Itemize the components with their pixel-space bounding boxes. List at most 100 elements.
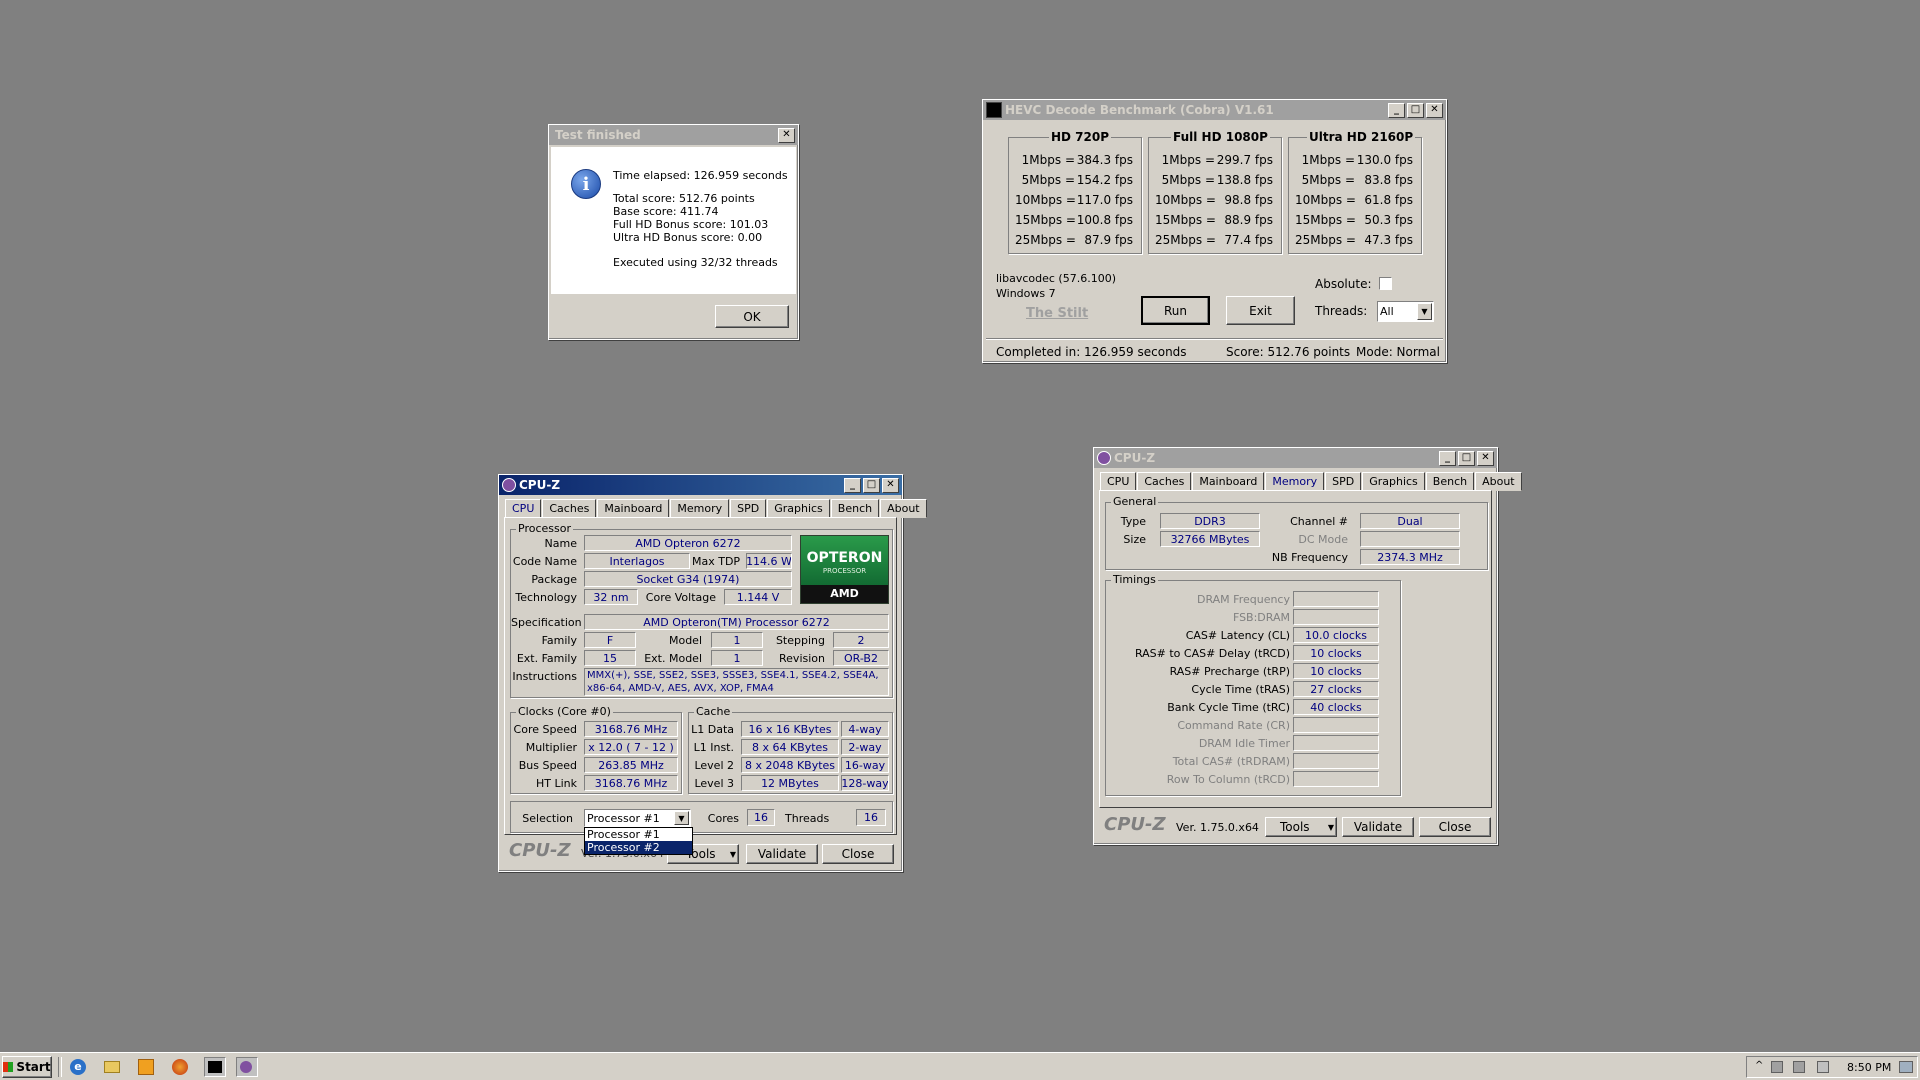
multiplier-value: x 12.0 ( 7 - 12 ) [584,739,678,755]
threads-select[interactable]: All ▼ [1377,301,1434,322]
validate-button[interactable]: Validate [1342,817,1414,837]
status-score: Score: 512.76 points [1226,345,1351,359]
tab-spd[interactable]: SPD [730,499,767,518]
internet-explorer-icon[interactable]: e [70,1059,86,1075]
nb-frequency-value: 2374.3 MHz [1360,549,1460,565]
firefox-icon[interactable] [172,1059,188,1075]
tab-about[interactable]: About [880,499,927,518]
name-value: AMD Opteron 6272 [584,535,792,551]
ok-button[interactable]: OK [715,305,789,328]
minimize-icon[interactable]: _ [1388,102,1405,118]
tools-button[interactable]: Tools ▼ [1265,817,1337,837]
fps-row: 10Mbps =117.0 fps [1015,193,1135,207]
cpuz-version: Ver. 1.75.0.x64 [1176,821,1259,834]
threads-value: 16 [856,809,886,826]
system-tray: ^ 8:50 PM [1746,1056,1918,1078]
hevc-titlebar[interactable]: HEVC Decode Benchmark (Cobra) V1.61 _ □ … [983,100,1446,120]
tab-caches[interactable]: Caches [542,499,597,518]
tab-memory[interactable]: Memory [1265,472,1325,491]
timing-label: Command Rate (CR) [1177,719,1290,732]
close-icon[interactable]: ✕ [1426,102,1443,118]
chevron-down-icon[interactable]: ▼ [1417,303,1432,320]
status-completed: Completed in: 126.959 seconds [996,345,1187,359]
close-button[interactable]: Close [822,844,894,864]
close-icon[interactable]: ✕ [1477,450,1494,466]
monitor-icon[interactable] [1793,1061,1805,1073]
fps-value: 83.8 fps [1364,173,1413,187]
clocks-group-title: Clocks (Core #0) [516,705,613,718]
fps-value: 154.2 fps [1076,173,1133,187]
media-player-icon[interactable] [138,1059,154,1075]
minimize-icon[interactable]: _ [844,477,861,493]
close-icon[interactable]: ✕ [778,127,795,143]
show-desktop-icon[interactable] [1899,1061,1913,1073]
maximize-icon[interactable]: □ [1458,450,1475,466]
maximize-icon[interactable]: □ [1407,102,1424,118]
fullhd1080-group: Full HD 1080P 1Mbps = 299.7 fps 5Mbps = 13… [1148,130,1282,254]
tab-about[interactable]: About [1475,472,1522,491]
maximize-icon[interactable]: □ [863,477,880,493]
windows-logo-icon [3,1062,14,1072]
processor-select-value: Processor #1 [587,811,660,825]
network-icon[interactable] [1771,1061,1783,1073]
tab-mainboard[interactable]: Mainboard [597,499,670,518]
validate-button[interactable]: Validate [746,844,818,864]
size-value: 32766 MBytes [1160,531,1260,547]
test-finished-titlebar[interactable]: Test finished ✕ [549,125,798,145]
fps-value: 384.3 fps [1076,153,1133,167]
maxtdp-label: Max TDP [692,555,741,568]
minimize-icon[interactable]: _ [1439,450,1456,466]
core-voltage-label: Core Voltage [645,591,716,604]
tab-spd[interactable]: SPD [1325,472,1362,491]
test-finished-dialog: Test finished ✕ i Time elapsed: 126.959 … [548,124,799,340]
cpuz-taskbar-icon[interactable] [236,1057,258,1077]
the-stilt-link[interactable]: The Stilt [1026,306,1088,321]
run-button[interactable]: Run [1141,296,1210,325]
tab-caches[interactable]: Caches [1137,472,1192,491]
fps-value: 299.7 fps [1216,153,1273,167]
cpuz-titlebar[interactable]: CPU-Z _ □ ✕ [499,475,902,495]
cpuz-tabs: CPU Caches Mainboard Memory SPD Graphics… [505,499,928,518]
close-icon[interactable]: ✕ [882,477,899,493]
libavcodec-text: libavcodec (57.6.100) [996,272,1116,285]
l1-data-value: 16 x 16 KBytes [741,721,839,737]
speaker-icon[interactable] [1817,1061,1829,1073]
fps-row: 15Mbps = 50.3 fps [1295,213,1415,227]
tab-cpu[interactable]: CPU [505,499,542,518]
test-finished-body: i Time elapsed: 126.959 seconds Total sc… [551,147,796,294]
close-button[interactable]: Close [1419,817,1491,837]
hevc-title: HEVC Decode Benchmark (Cobra) V1.61 [1005,103,1274,117]
cpuz-titlebar[interactable]: CPU-Z _ □ ✕ [1094,448,1497,468]
dc-mode-label: DC Mode [1298,533,1348,546]
os-text: Windows 7 [996,287,1056,300]
tab-mainboard[interactable]: Mainboard [1192,472,1265,491]
chevron-up-icon[interactable]: ^ [1755,1060,1763,1071]
hevc-taskbar-icon[interactable] [204,1057,226,1077]
processor-select[interactable]: Processor #1 ▼ [584,809,691,827]
dropdown-option-processor-2[interactable]: Processor #2 [585,841,692,854]
timing-value [1293,771,1379,787]
dropdown-option-processor-1[interactable]: Processor #1 [585,828,692,841]
bitrate-label: 1Mbps = [1021,153,1075,167]
tab-graphics[interactable]: Graphics [1362,472,1425,491]
l1-inst-way: 2-way [841,739,889,755]
chevron-down-icon[interactable]: ▼ [674,811,689,825]
clock[interactable]: 8:50 PM [1847,1061,1891,1074]
exit-button[interactable]: Exit [1226,296,1295,325]
tab-bench[interactable]: Bench [830,499,880,518]
tab-memory[interactable]: Memory [670,499,730,518]
timing-label: Row To Column (tRCD) [1166,773,1290,786]
absolute-checkbox[interactable] [1379,277,1392,290]
bitrate-label: 15Mbps = [1015,213,1076,227]
family-value: F [584,632,636,648]
tab-graphics[interactable]: Graphics [767,499,830,518]
timing-value: 27 clocks [1293,681,1379,697]
revision-label: Revision [779,652,825,665]
cpuz-title: CPU-Z [1114,451,1156,465]
core-voltage-value: 1.144 V [724,589,792,605]
folder-icon[interactable] [104,1061,120,1073]
tab-cpu[interactable]: CPU [1100,472,1137,491]
fps-row: 5Mbps = 138.8 fps [1155,173,1275,187]
start-button[interactable]: Start [2,1056,52,1078]
tab-bench[interactable]: Bench [1425,472,1475,491]
